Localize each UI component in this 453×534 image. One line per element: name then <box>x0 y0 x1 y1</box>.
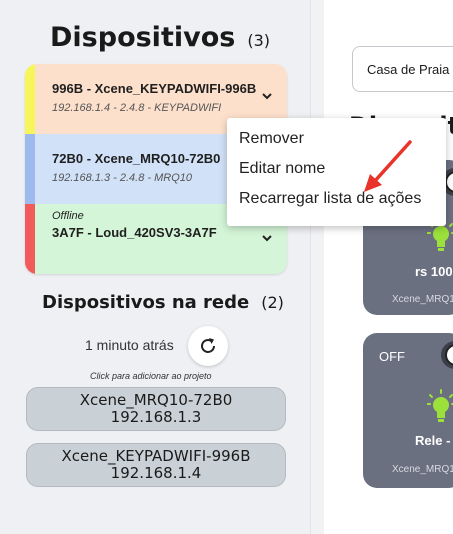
devices-header: Dispositivos (3) <box>50 22 270 53</box>
device-card[interactable]: OFF Rele - Xcene_MRQ10 <box>363 333 453 488</box>
scrollbar[interactable] <box>310 0 324 534</box>
network-device-name: Xcene_MRQ10-72B0 <box>79 391 233 409</box>
menu-item-rename[interactable]: Editar nome <box>227 154 446 184</box>
last-update-text: 1 minuto atrás <box>85 337 174 353</box>
power-toggle[interactable] <box>441 341 453 369</box>
refresh-button[interactable] <box>188 326 228 366</box>
network-device-button[interactable]: Xcene_MRQ10-72B0 192.168.1.3 <box>26 387 286 431</box>
project-select[interactable]: Casa de Praia <box>352 46 453 92</box>
network-device-name: Xcene_KEYPADWIFI-996B <box>61 447 251 465</box>
context-menu: Remover Editar nome Recarregar lista de … <box>227 118 446 226</box>
network-device-ip: 192.168.1.3 <box>110 408 202 426</box>
devices-panel: Dispositivos (3) 996B - Xcene_KEYPADWIFI… <box>0 0 310 534</box>
devices-title: Dispositivos <box>50 22 236 53</box>
device-info: 192.168.1.4 - 2.4.8 - KEYPADWIFI <box>52 102 222 114</box>
device-name: 996B - Xcene_KEYPADWIFI-996B <box>52 81 257 96</box>
device-name: 3A7F - Loud_420SV3-3A7F <box>52 225 217 240</box>
card-name: Rele - <box>415 433 451 448</box>
network-header: Dispositivos na rede (2) <box>42 292 284 313</box>
devices-count: (3) <box>247 31 270 50</box>
network-title: Dispositivos na rede <box>42 292 250 313</box>
card-device: Xcene_MRQ10 <box>392 294 453 305</box>
network-count: (2) <box>261 293 284 312</box>
menu-item-reload-actions[interactable]: Recarregar lista de ações <box>227 184 446 214</box>
card-name: rs 100 <box>415 264 453 279</box>
menu-item-remove[interactable]: Remover <box>227 124 446 154</box>
card-state: OFF <box>379 349 405 364</box>
network-device-button[interactable]: Xcene_KEYPADWIFI-996B 192.168.1.4 <box>26 443 286 487</box>
bulb-icon <box>427 389 453 422</box>
refresh-icon <box>201 338 215 353</box>
network-device-ip: 192.168.1.4 <box>110 464 202 482</box>
add-hint: Click para adicionar ao projeto <box>90 371 212 381</box>
chevron-down-icon[interactable] <box>261 232 273 244</box>
card-device: Xcene_MRQ10 <box>392 464 453 475</box>
chevron-down-icon[interactable] <box>261 90 273 102</box>
